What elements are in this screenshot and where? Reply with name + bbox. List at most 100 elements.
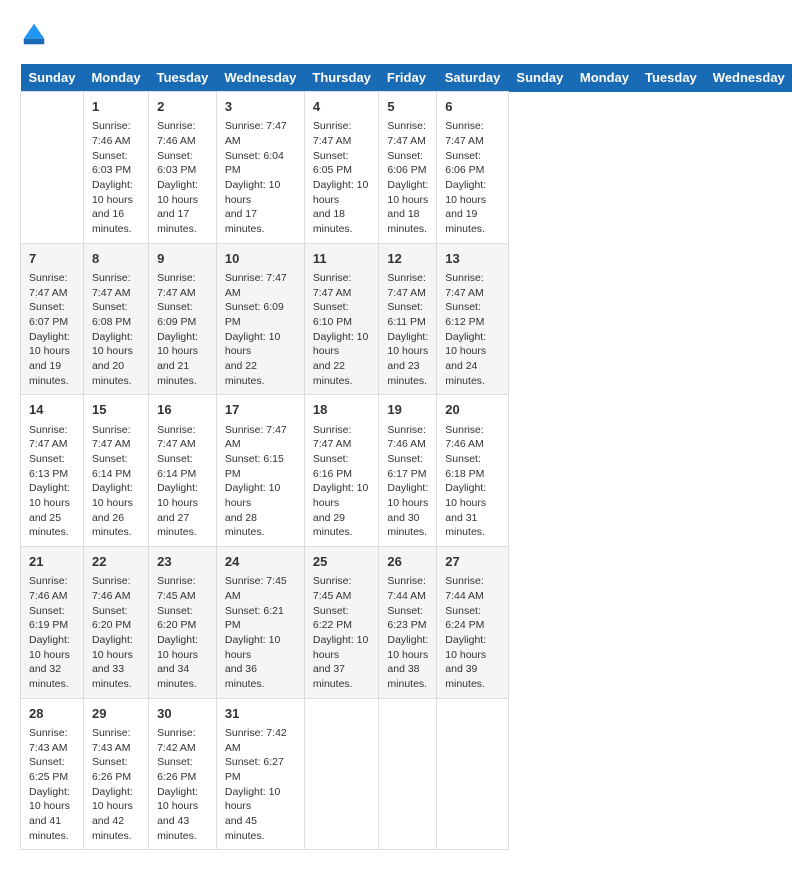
cell-content: Sunrise: 7:42 AM Sunset: 6:27 PM Dayligh… (225, 726, 296, 844)
cell-content: Sunrise: 7:47 AM Sunset: 6:14 PM Dayligh… (92, 423, 140, 541)
cell-content: Sunrise: 7:44 AM Sunset: 6:23 PM Dayligh… (387, 574, 428, 692)
calendar-table: SundayMondayTuesdayWednesdayThursdayFrid… (20, 64, 792, 850)
day-number: 28 (29, 705, 75, 723)
cell-content: Sunrise: 7:45 AM Sunset: 6:20 PM Dayligh… (157, 574, 208, 692)
cell-content: Sunrise: 7:46 AM Sunset: 6:17 PM Dayligh… (387, 423, 428, 541)
day-number: 31 (225, 705, 296, 723)
day-number: 26 (387, 553, 428, 571)
calendar-cell: 8Sunrise: 7:47 AM Sunset: 6:08 PM Daylig… (83, 243, 148, 395)
calendar-cell: 4 Sunrise: 7:47 AM Sunset: 6:05 PM Daylig… (304, 92, 379, 244)
day-number: 3 (225, 98, 296, 116)
day-header-sunday: Sunday (508, 64, 571, 92)
calendar-cell (304, 698, 379, 850)
calendar-cell: 23 Sunrise: 7:45 AM Sunset: 6:20 PM Dayli… (149, 547, 217, 699)
calendar-cell (379, 698, 437, 850)
calendar-cell: 14 Sunrise: 7:47 AM Sunset: 6:13 PM Dayli… (21, 395, 84, 547)
day-header-wednesday: Wednesday (216, 64, 304, 92)
cell-content: Sunrise: 7:47 AM Sunset: 6:13 PM Dayligh… (29, 423, 75, 541)
day-number: 19 (387, 401, 428, 419)
calendar-cell: 30Sunrise: 7:42 AM Sunset: 6:26 PM Dayli… (149, 698, 217, 850)
day-number: 4 (313, 98, 371, 116)
cell-content: Sunrise: 7:47 AM Sunset: 6:09 PM Dayligh… (225, 271, 296, 389)
calendar-cell: 7 Sunrise: 7:47 AM Sunset: 6:07 PM Daylig… (21, 243, 84, 395)
day-header-wednesday: Wednesday (705, 64, 792, 92)
day-number: 10 (225, 250, 296, 268)
cell-content: Sunrise: 7:47 AM Sunset: 6:06 PM Dayligh… (445, 119, 500, 237)
day-header-thursday: Thursday (304, 64, 379, 92)
day-header-monday: Monday (572, 64, 637, 92)
logo-icon (20, 20, 48, 48)
calendar-cell: 20Sunrise: 7:46 AM Sunset: 6:18 PM Dayli… (437, 395, 509, 547)
day-number: 9 (157, 250, 208, 268)
cell-content: Sunrise: 7:43 AM Sunset: 6:26 PM Dayligh… (92, 726, 140, 844)
cell-content: Sunrise: 7:47 AM Sunset: 6:06 PM Dayligh… (387, 119, 428, 237)
day-header-friday: Friday (379, 64, 437, 92)
cell-content: Sunrise: 7:47 AM Sunset: 6:09 PM Dayligh… (157, 271, 208, 389)
day-number: 13 (445, 250, 500, 268)
calendar-cell: 13 Sunrise: 7:47 AM Sunset: 6:12 PM Dayli… (437, 243, 509, 395)
calendar-cell: 28 Sunrise: 7:43 AM Sunset: 6:25 PM Dayli… (21, 698, 84, 850)
day-number: 12 (387, 250, 428, 268)
day-number: 6 (445, 98, 500, 116)
calendar-cell: 22 Sunrise: 7:46 AM Sunset: 6:20 PM Dayli… (83, 547, 148, 699)
day-number: 27 (445, 553, 500, 571)
day-number: 17 (225, 401, 296, 419)
cell-content: Sunrise: 7:43 AM Sunset: 6:25 PM Dayligh… (29, 726, 75, 844)
day-number: 2 (157, 98, 208, 116)
calendar-cell (21, 92, 84, 244)
calendar-cell: 27 Sunrise: 7:44 AM Sunset: 6:24 PM Dayli… (437, 547, 509, 699)
day-header-saturday: Saturday (437, 64, 509, 92)
calendar-week-row: 1 Sunrise: 7:46 AM Sunset: 6:03 PM Daylig… (21, 92, 792, 244)
day-header-tuesday: Tuesday (637, 64, 705, 92)
cell-content: Sunrise: 7:45 AM Sunset: 6:22 PM Dayligh… (313, 574, 371, 692)
calendar-cell: 6 Sunrise: 7:47 AM Sunset: 6:06 PM Daylig… (437, 92, 509, 244)
cell-content: Sunrise: 7:47 AM Sunset: 6:12 PM Dayligh… (445, 271, 500, 389)
day-number: 1 (92, 98, 140, 116)
calendar-cell: 9 Sunrise: 7:47 AM Sunset: 6:09 PM Daylig… (149, 243, 217, 395)
day-number: 21 (29, 553, 75, 571)
cell-content: Sunrise: 7:44 AM Sunset: 6:24 PM Dayligh… (445, 574, 500, 692)
calendar-cell: 16Sunrise: 7:47 AM Sunset: 6:14 PM Dayli… (149, 395, 217, 547)
cell-content: Sunrise: 7:47 AM Sunset: 6:10 PM Dayligh… (313, 271, 371, 389)
calendar-cell: 17 Sunrise: 7:47 AM Sunset: 6:15 PM Dayli… (216, 395, 304, 547)
calendar-cell: 21 Sunrise: 7:46 AM Sunset: 6:19 PM Dayli… (21, 547, 84, 699)
calendar-week-row: 14 Sunrise: 7:47 AM Sunset: 6:13 PM Dayli… (21, 395, 792, 547)
calendar-cell: 2 Sunrise: 7:46 AM Sunset: 6:03 PM Daylig… (149, 92, 217, 244)
cell-content: Sunrise: 7:47 AM Sunset: 6:11 PM Dayligh… (387, 271, 428, 389)
cell-content: Sunrise: 7:47 AM Sunset: 6:04 PM Dayligh… (225, 119, 296, 237)
calendar-cell: 15Sunrise: 7:47 AM Sunset: 6:14 PM Dayli… (83, 395, 148, 547)
day-header-tuesday: Tuesday (149, 64, 217, 92)
calendar-cell: 3 Sunrise: 7:47 AM Sunset: 6:04 PM Daylig… (216, 92, 304, 244)
page-header (20, 20, 772, 48)
day-number: 25 (313, 553, 371, 571)
day-number: 22 (92, 553, 140, 571)
cell-content: Sunrise: 7:47 AM Sunset: 6:14 PM Dayligh… (157, 423, 208, 541)
day-header-monday: Monday (83, 64, 148, 92)
day-number: 30 (157, 705, 208, 723)
day-number: 18 (313, 401, 371, 419)
cell-content: Sunrise: 7:47 AM Sunset: 6:05 PM Dayligh… (313, 119, 371, 237)
cell-content: Sunrise: 7:47 AM Sunset: 6:07 PM Dayligh… (29, 271, 75, 389)
cell-content: Sunrise: 7:46 AM Sunset: 6:19 PM Dayligh… (29, 574, 75, 692)
cell-content: Sunrise: 7:46 AM Sunset: 6:20 PM Dayligh… (92, 574, 140, 692)
cell-content: Sunrise: 7:45 AM Sunset: 6:21 PM Dayligh… (225, 574, 296, 692)
calendar-cell: 5Sunrise: 7:47 AM Sunset: 6:06 PM Daylig… (379, 92, 437, 244)
cell-content: Sunrise: 7:47 AM Sunset: 6:15 PM Dayligh… (225, 423, 296, 541)
calendar-week-row: 7 Sunrise: 7:47 AM Sunset: 6:07 PM Daylig… (21, 243, 792, 395)
calendar-cell: 24Sunrise: 7:45 AM Sunset: 6:21 PM Dayli… (216, 547, 304, 699)
day-number: 23 (157, 553, 208, 571)
calendar-header-row: SundayMondayTuesdayWednesdayThursdayFrid… (21, 64, 792, 92)
logo (20, 20, 52, 48)
calendar-cell: 1Sunrise: 7:46 AM Sunset: 6:03 PM Daylig… (83, 92, 148, 244)
calendar-cell: 10 Sunrise: 7:47 AM Sunset: 6:09 PM Dayli… (216, 243, 304, 395)
calendar-cell: 19 Sunrise: 7:46 AM Sunset: 6:17 PM Dayli… (379, 395, 437, 547)
day-number: 14 (29, 401, 75, 419)
day-number: 7 (29, 250, 75, 268)
day-number: 29 (92, 705, 140, 723)
calendar-week-row: 21 Sunrise: 7:46 AM Sunset: 6:19 PM Dayli… (21, 547, 792, 699)
day-header-sunday: Sunday (21, 64, 84, 92)
day-number: 8 (92, 250, 140, 268)
cell-content: Sunrise: 7:46 AM Sunset: 6:03 PM Dayligh… (157, 119, 208, 237)
calendar-cell: 11Sunrise: 7:47 AM Sunset: 6:10 PM Dayli… (304, 243, 379, 395)
day-number: 20 (445, 401, 500, 419)
